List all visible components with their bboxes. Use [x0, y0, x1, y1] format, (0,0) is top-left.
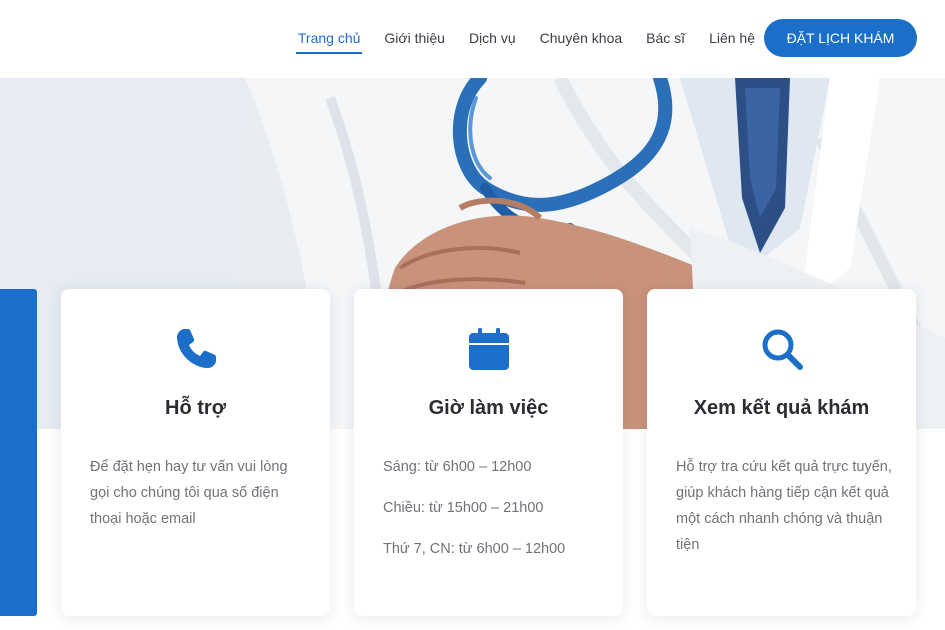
hours-afternoon: Chiều: từ 15h00 – 21h00: [383, 500, 544, 516]
search-icon: [760, 327, 804, 371]
card-description: Để đặt hẹn hay tư vấn vui lòng gọi cho c…: [90, 459, 288, 527]
card-icon-wrap: [354, 327, 623, 371]
site-header: Trang chủ Giới thiệu Dịch vụ Chuyên khoa…: [0, 0, 945, 78]
working-hours-card: Giờ làm việc Sáng: từ 6h00 – 12h00 Chiều…: [354, 289, 623, 616]
nav-item-services[interactable]: Dịch vụ: [469, 0, 516, 78]
card-title: Xem kết quả khám: [693, 397, 870, 419]
main-nav: Trang chủ Giới thiệu Dịch vụ Chuyên khoa…: [274, 0, 755, 78]
nav-item-contact[interactable]: Liên hệ: [709, 0, 755, 78]
phone-icon: [174, 327, 218, 371]
results-card: Xem kết quả khám Hỗ trợ tra cứu kết quả …: [647, 289, 916, 616]
calendar-icon: [468, 327, 509, 371]
nav-item-specialties[interactable]: Chuyên khoa: [540, 0, 623, 78]
book-appointment-button[interactable]: ĐẶT LỊCH KHÁM: [764, 19, 917, 57]
card-title: Giờ làm việc: [428, 397, 549, 419]
hours-morning: Sáng: từ 6h00 – 12h00: [383, 459, 532, 475]
accent-bar: [0, 289, 37, 616]
card-title: Hỗ trợ: [165, 397, 226, 419]
card-icon-wrap: [61, 327, 330, 371]
card-icon-wrap: [647, 327, 916, 371]
support-card: Hỗ trợ Để đặt hẹn hay tư vấn vui lòng gọ…: [61, 289, 330, 616]
card-description: Hỗ trợ tra cứu kết quả trực tuyến, giúp …: [676, 459, 892, 553]
nav-item-home[interactable]: Trang chủ: [295, 0, 362, 78]
nav-item-doctors[interactable]: Bác sĩ: [646, 0, 685, 78]
nav-item-about[interactable]: Giới thiệu: [384, 0, 445, 78]
hours-list: Sáng: từ 6h00 – 12h00 Chiều: từ 15h00 – …: [383, 454, 613, 577]
hours-weekend: Thứ 7, CN: từ 6h00 – 12h00: [383, 541, 566, 557]
